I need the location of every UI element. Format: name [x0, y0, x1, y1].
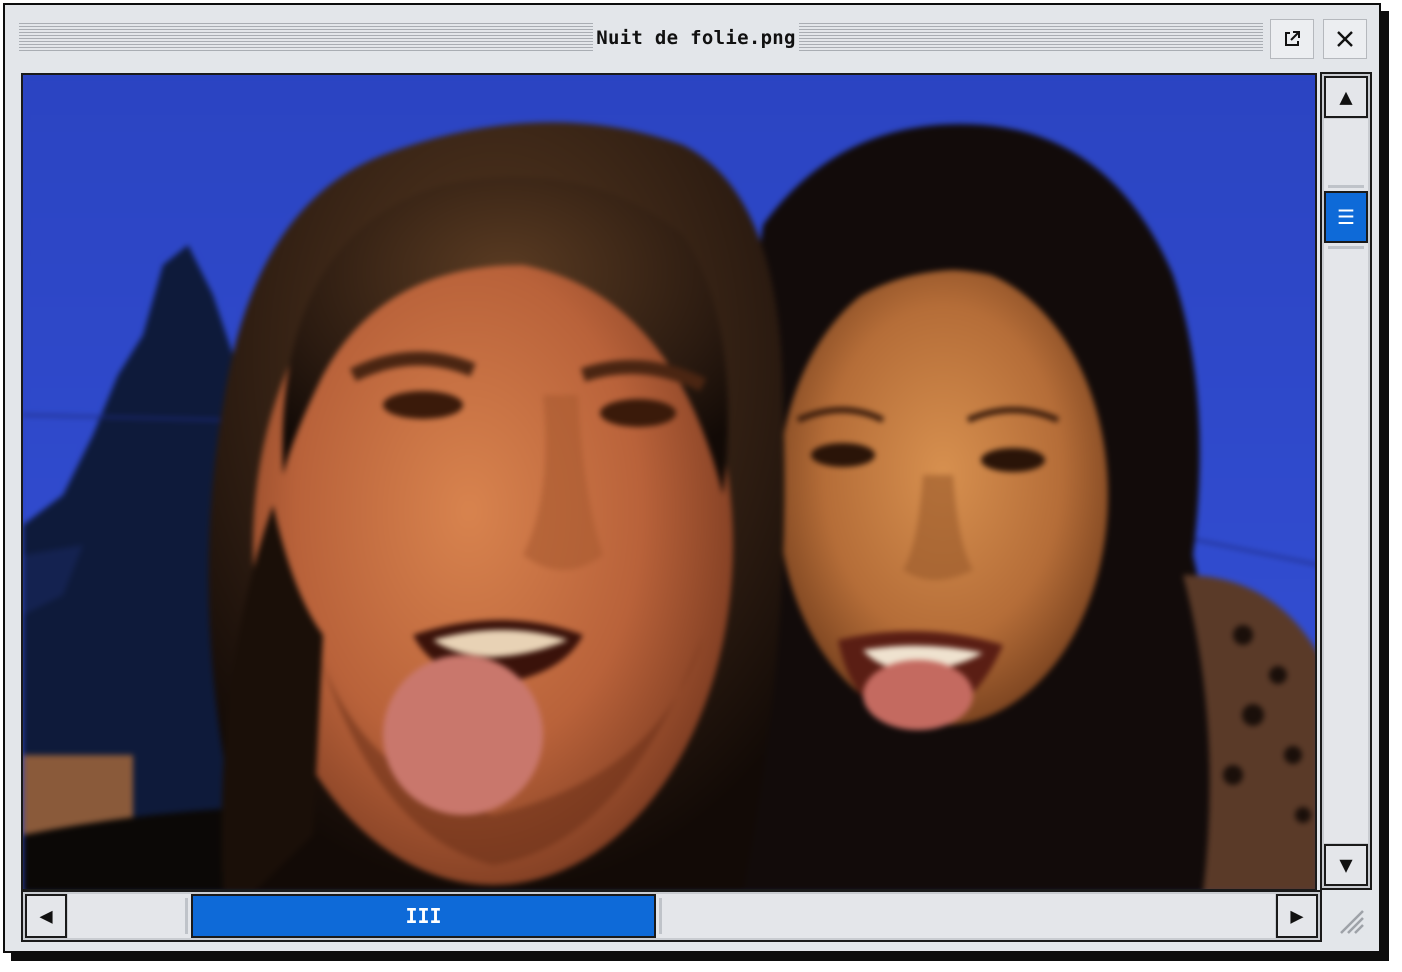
- scroll-up-button[interactable]: ▲: [1324, 76, 1368, 118]
- arrow-up-icon: ▲: [1339, 84, 1353, 110]
- popout-button[interactable]: [1270, 19, 1314, 59]
- external-link-icon: [1285, 31, 1300, 46]
- arrow-left-icon: ◀: [39, 903, 53, 929]
- title-bar-stripes-left: [19, 23, 593, 53]
- close-button[interactable]: [1323, 19, 1367, 59]
- vertical-scrollbar[interactable]: ▲ ☰ ▼: [1320, 72, 1372, 890]
- menu-grip-icon: ☰: [1337, 205, 1355, 229]
- photo: [23, 75, 1315, 889]
- window-title: Nuit de folie.png: [596, 27, 796, 49]
- scroll-down-button[interactable]: ▼: [1324, 844, 1368, 886]
- scroll-right-button[interactable]: ▶: [1276, 894, 1318, 938]
- close-icon: [1337, 31, 1353, 47]
- title-bar[interactable]: Nuit de folie.png: [19, 19, 1367, 59]
- arrow-right-icon: ▶: [1290, 903, 1304, 929]
- image-viewer-window: Nuit de folie.png ▲ ☰ ▼ ◀ III ▶: [3, 3, 1381, 953]
- image-viewport[interactable]: [21, 73, 1317, 891]
- arrow-down-icon: ▼: [1339, 852, 1353, 878]
- title-bar-stripes-right: [799, 23, 1263, 53]
- vertical-scroll-thumb[interactable]: ☰: [1324, 185, 1368, 249]
- grip-icon: III: [405, 904, 442, 928]
- horizontal-scrollbar[interactable]: ◀ III ▶: [21, 890, 1322, 942]
- resize-grip-icon[interactable]: [1335, 905, 1365, 935]
- scroll-left-button[interactable]: ◀: [25, 894, 67, 938]
- horizontal-scroll-thumb[interactable]: III: [185, 894, 662, 938]
